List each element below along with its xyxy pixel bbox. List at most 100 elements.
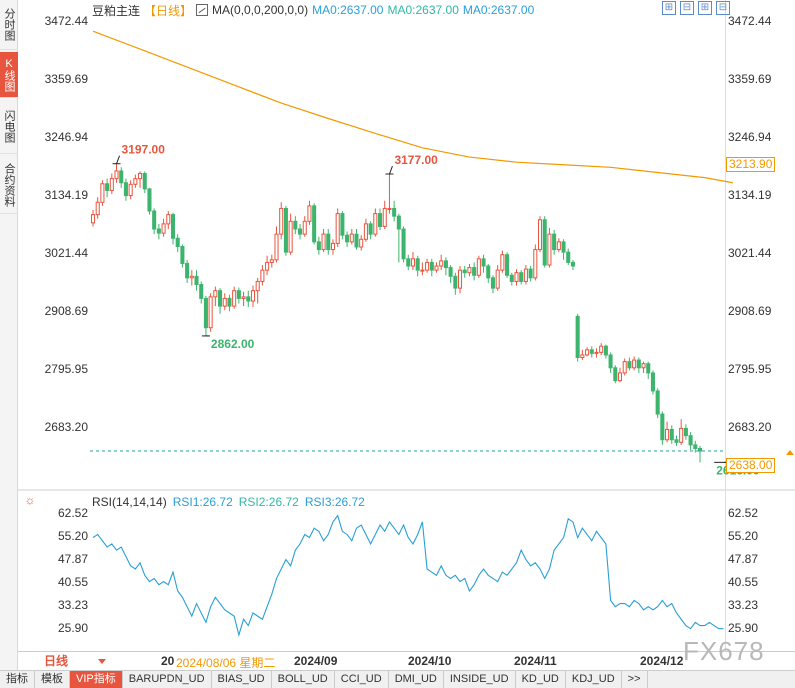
candle-body bbox=[105, 183, 110, 191]
rsi-tick-l: 62.52 bbox=[57, 506, 88, 520]
rsi-header: RSI(14,14,14) RSI1:26.72 RSI2:26.72 RSI3… bbox=[92, 495, 365, 509]
tab-template[interactable]: 模板 bbox=[35, 671, 70, 688]
candle-body bbox=[514, 272, 519, 282]
candle-body bbox=[368, 223, 373, 235]
candle-body bbox=[481, 258, 486, 267]
indicator-tab-bar: 指标 模板 VIP指标 BARUPDN_UD BIAS_UD BOLL_UD C… bbox=[0, 670, 795, 688]
candle-body bbox=[232, 290, 237, 307]
rsi-tick-l: 25.90 bbox=[57, 621, 88, 635]
price-tick-l: 3021.44 bbox=[44, 245, 88, 260]
candle-body bbox=[542, 219, 547, 266]
candle-body bbox=[669, 428, 674, 441]
candle-body bbox=[326, 233, 331, 251]
candle-body bbox=[283, 207, 288, 253]
candle-body bbox=[519, 272, 524, 282]
candle-body bbox=[396, 215, 401, 230]
expand-icon[interactable]: ⊞ bbox=[698, 1, 712, 15]
candle-body bbox=[448, 267, 453, 277]
candle-body bbox=[500, 254, 505, 271]
candle-body bbox=[580, 354, 585, 359]
rsi1-value: RSI1:26.72 bbox=[172, 495, 233, 509]
candle-body bbox=[241, 296, 246, 299]
candle-body bbox=[439, 260, 444, 267]
watermark: FX678 bbox=[683, 636, 765, 666]
ma-value-3: MA0:2637.00 bbox=[462, 3, 535, 17]
rsi-tick-l: 40.55 bbox=[57, 574, 88, 589]
candle-body bbox=[213, 290, 218, 298]
zoom-out-icon[interactable]: ⊟ bbox=[680, 1, 694, 15]
candle-body bbox=[594, 351, 599, 354]
candle-body bbox=[632, 359, 637, 369]
candle-body bbox=[260, 269, 265, 282]
candle-body bbox=[660, 413, 665, 441]
rsi-tick-l: 47.87 bbox=[57, 552, 88, 566]
tab-cci[interactable]: CCI_UD bbox=[335, 671, 389, 688]
tab-boll[interactable]: BOLL_UD bbox=[272, 671, 335, 688]
candle-body bbox=[406, 258, 411, 267]
candle-body bbox=[415, 258, 420, 271]
price-chart-canvas[interactable]: 3197.003177.002862.002616.00 bbox=[0, 0, 795, 688]
tab-inside[interactable]: INSIDE_UD bbox=[444, 671, 516, 688]
candle-body bbox=[250, 290, 256, 302]
annotation-high-1: 3197.00 bbox=[122, 143, 166, 157]
candle-body bbox=[354, 233, 359, 248]
price-tick-l: 3359.69 bbox=[44, 72, 88, 87]
candle-body bbox=[340, 213, 345, 236]
rsi3-value: RSI3:26.72 bbox=[304, 495, 365, 509]
instrument-title: 豆粕主连 bbox=[92, 3, 141, 18]
rsi2-value: RSI2:26.72 bbox=[238, 495, 299, 509]
ma-value-2: MA0:2637.00 bbox=[387, 3, 459, 17]
candle-body bbox=[109, 178, 114, 191]
period-selector[interactable]: 日线 bbox=[44, 653, 114, 669]
last-price-arrow-icon bbox=[786, 450, 794, 455]
candle-body bbox=[166, 214, 171, 225]
candle-body bbox=[288, 220, 293, 253]
candle-body bbox=[373, 213, 378, 235]
tab-indicator[interactable]: 指标 bbox=[0, 671, 35, 688]
zoom-in-icon[interactable]: ⊞ bbox=[662, 1, 676, 15]
candle-body bbox=[199, 284, 204, 299]
candle-body bbox=[180, 245, 185, 264]
candle-body bbox=[650, 372, 655, 392]
candle-body bbox=[255, 280, 260, 292]
candle-body bbox=[589, 349, 594, 354]
date-axis: 日线 20 2024/08/06 星期二 2024/09 2024/10 202… bbox=[18, 652, 795, 670]
candle-body bbox=[236, 290, 241, 299]
more-tabs-button[interactable]: >> bbox=[622, 671, 648, 688]
price-tick-l: 3246.94 bbox=[44, 130, 88, 145]
candle-body bbox=[265, 261, 270, 271]
candle-body bbox=[585, 349, 590, 356]
tab-dmi[interactable]: DMI_UD bbox=[389, 671, 444, 688]
period-label[interactable]: 【日线】 bbox=[144, 2, 192, 19]
shrink-icon[interactable]: ⊟ bbox=[716, 1, 730, 15]
ma-params: MA(0,0,0,200,0,0) bbox=[212, 3, 309, 17]
tab-barupdn[interactable]: BARUPDN_UD bbox=[123, 671, 212, 688]
rsi-settings-icon[interactable]: ☼ bbox=[24, 494, 36, 506]
candle-body bbox=[453, 275, 458, 289]
price-tick-r: 3472.44 bbox=[728, 14, 772, 29]
rsi-line bbox=[92, 514, 724, 638]
candle-body bbox=[222, 297, 227, 307]
candle-body bbox=[152, 210, 157, 230]
rsi-params: RSI(14,14,14) bbox=[92, 495, 167, 509]
price-tick-l: 3134.19 bbox=[44, 188, 88, 203]
candle-body bbox=[429, 261, 434, 271]
tab-kd[interactable]: KD_UD bbox=[516, 671, 566, 688]
candle-body bbox=[552, 233, 557, 251]
candle-body bbox=[476, 258, 481, 276]
price-tick-l: 2683.20 bbox=[44, 419, 88, 434]
hover-date-prefix: 20 bbox=[161, 654, 175, 668]
price-tick-l: 3472.44 bbox=[44, 14, 88, 29]
candle-body bbox=[495, 269, 500, 289]
tab-bias[interactable]: BIAS_UD bbox=[212, 671, 272, 688]
indicator-settings-icon[interactable] bbox=[196, 4, 209, 16]
tab-vip-indicator[interactable]: VIP指标 bbox=[70, 671, 123, 688]
candle-body bbox=[227, 297, 232, 307]
candle-body bbox=[547, 233, 552, 266]
price-tick-r: 2908.69 bbox=[728, 303, 772, 318]
tab-kdj[interactable]: KDJ_UD bbox=[566, 671, 622, 688]
candle-body bbox=[274, 233, 279, 261]
candle-body bbox=[566, 251, 571, 263]
candle-body bbox=[655, 390, 660, 415]
candle-body bbox=[410, 258, 415, 267]
